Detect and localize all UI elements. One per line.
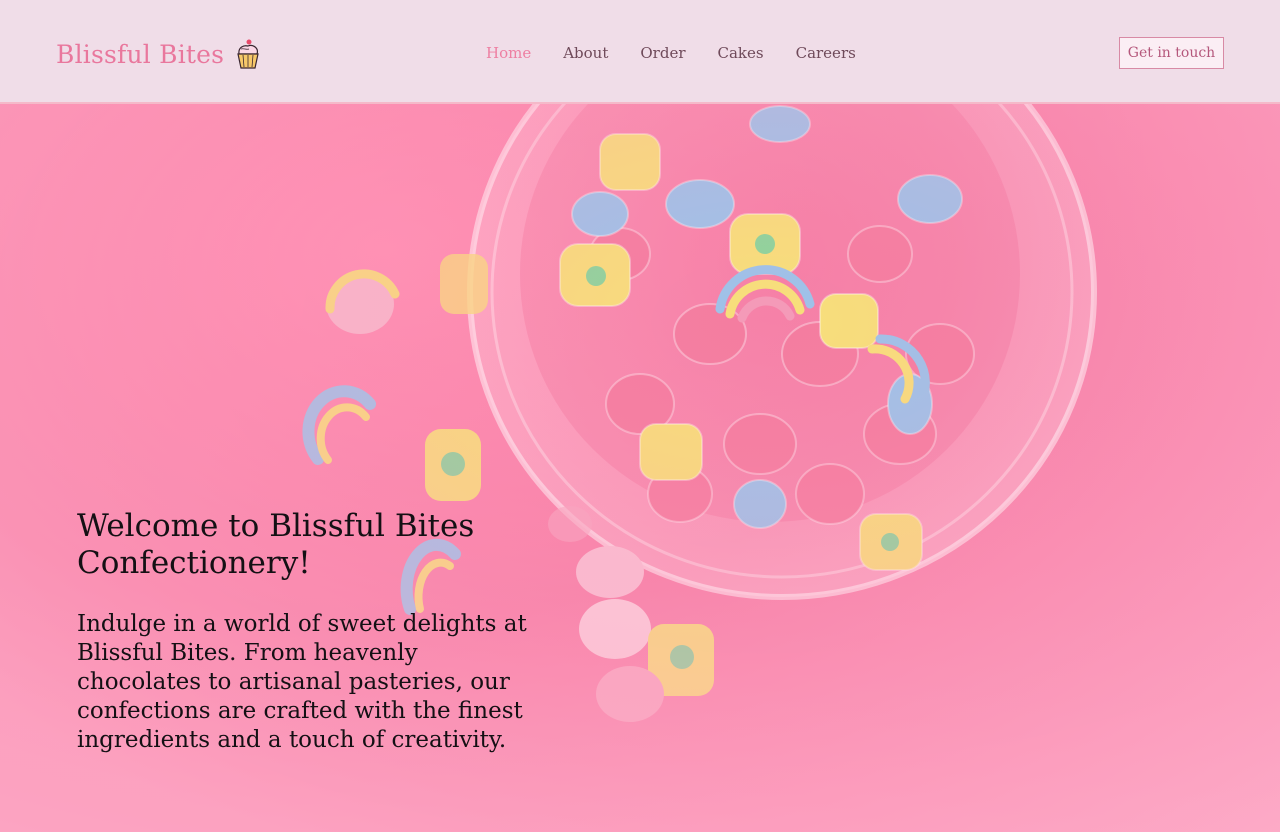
nav-home[interactable]: Home [470, 40, 547, 66]
hero-description: Indulge in a world of sweet delights at … [77, 611, 527, 753]
hero-section: Welcome to Blissful Bites Confectionery!… [0, 104, 1280, 832]
page: Blissful Bites Home About Order Cakes Ca… [0, 0, 1280, 832]
nav-order[interactable]: Order [624, 40, 701, 66]
site-header: Blissful Bites Home About Order Cakes Ca… [0, 0, 1280, 104]
nav-about[interactable]: About [547, 40, 624, 66]
hero-title: Welcome to Blissful Bites Confectionery! [77, 508, 475, 581]
get-in-touch-button[interactable]: Get in touch [1119, 37, 1224, 69]
hero-text-block: Welcome to Blissful Bites Confectionery!… [77, 508, 547, 755]
main-nav: Home About Order Cakes Careers [470, 38, 872, 68]
brand-logo-link[interactable]: Blissful Bites [56, 34, 262, 74]
brand-name: Blissful Bites [56, 39, 225, 69]
nav-cakes[interactable]: Cakes [702, 40, 780, 66]
nav-careers[interactable]: Careers [780, 40, 872, 66]
cupcake-icon [237, 39, 259, 69]
